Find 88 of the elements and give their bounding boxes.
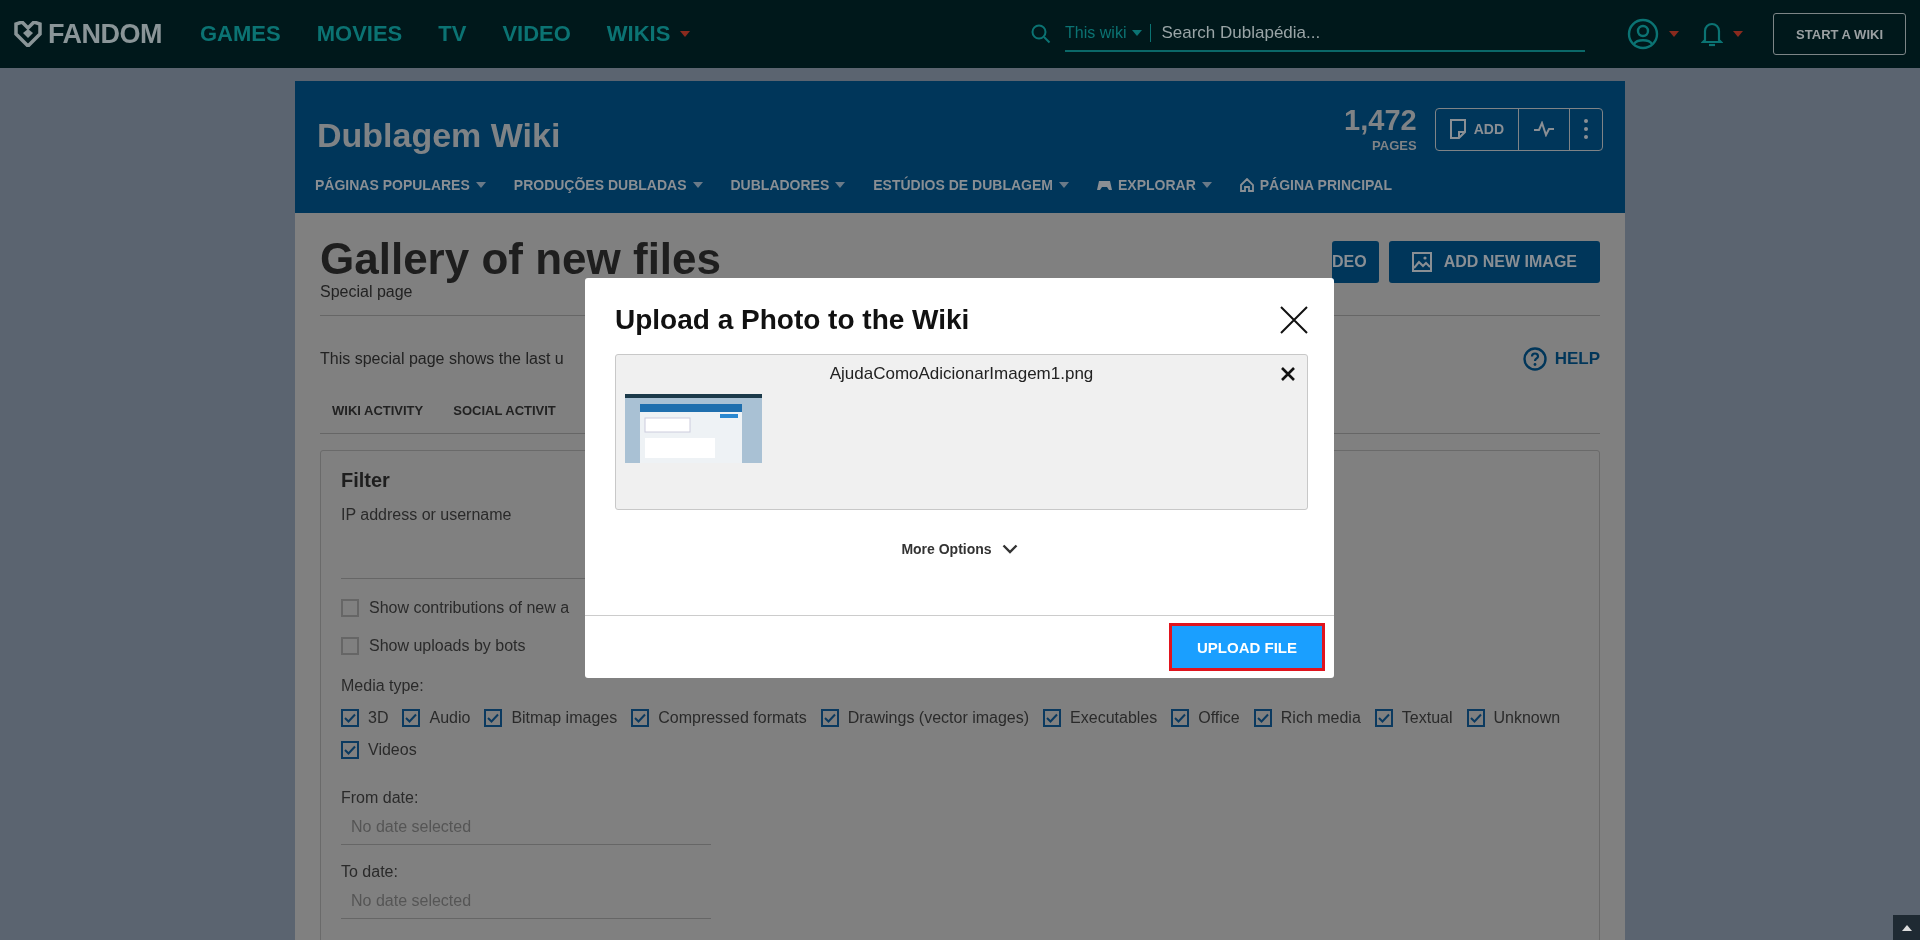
caret-icon [475, 182, 486, 188]
page-count-label: PAGES [1371, 139, 1417, 152]
user-avatar-icon[interactable] [1627, 18, 1660, 50]
add-button[interactable]: ADD [1435, 108, 1518, 150]
dialog-title: Upload a Photo to the Wiki [615, 304, 970, 336]
checkbox[interactable] [402, 709, 421, 727]
field-label: From date: [341, 789, 419, 807]
close-button[interactable] [1280, 306, 1308, 334]
add-video-button[interactable]: DEO [1332, 241, 1379, 283]
wiki-nav-link[interactable]: PÁGINA PRINCIPAL [1239, 177, 1392, 193]
help-link[interactable]: HELP [1522, 347, 1600, 371]
add-image-button[interactable]: ADD NEW IMAGE [1388, 241, 1600, 283]
gamepad-icon [1096, 179, 1112, 191]
checkbox[interactable] [1171, 709, 1190, 727]
tab[interactable]: SOCIAL ACTIVIT [453, 403, 556, 433]
checkbox-label: Videos [368, 741, 417, 759]
checkbox[interactable] [341, 709, 359, 727]
wiki-nav-link[interactable]: PRODUÇÕES DUBLADAS [513, 177, 703, 193]
caret-icon [1669, 31, 1680, 37]
checkbox[interactable] [820, 709, 839, 727]
question-icon [1522, 347, 1547, 371]
scroll-top-button[interactable] [1893, 915, 1920, 940]
caret-icon [1058, 182, 1069, 188]
nav-link[interactable]: WIKIS [606, 21, 691, 47]
remove-file-button[interactable] [1281, 367, 1295, 381]
checkbox[interactable] [631, 709, 650, 727]
checkbox-label: Drawings (vector images) [847, 709, 1030, 727]
caret-icon [835, 182, 846, 188]
checkbox-label: Compressed formats [658, 709, 807, 727]
caret-icon [680, 31, 691, 37]
checkbox[interactable] [341, 599, 359, 617]
kebab-menu-icon [1584, 119, 1588, 139]
checkbox-label: Show uploads by bots [369, 637, 526, 655]
field-label: To date: [341, 863, 398, 881]
checkbox-label: Audio [429, 709, 471, 727]
upload-file-button[interactable]: UPLOAD FILE [1172, 626, 1322, 668]
close-icon [1280, 306, 1308, 334]
caret-up-icon [1901, 924, 1912, 931]
checkbox[interactable] [1043, 709, 1062, 727]
field-label: IP address or username [341, 506, 512, 524]
checkbox-label: Office [1198, 709, 1240, 727]
page-subtitle: Special page [320, 283, 414, 301]
checkbox-label: Bitmap images [511, 709, 618, 727]
wiki-nav-link[interactable]: ESTÚDIOS DE DUBLAGEM [873, 177, 1069, 193]
wiki-nav-link[interactable]: EXPLORAR [1096, 177, 1212, 193]
checkbox[interactable] [484, 709, 503, 727]
image-icon [1411, 252, 1432, 272]
heart-logo-icon[interactable] [14, 21, 42, 47]
checkbox[interactable] [1466, 709, 1485, 727]
checkbox-label: Textual [1401, 709, 1453, 727]
caret-icon [1201, 182, 1212, 188]
caret-icon [692, 182, 703, 188]
checkbox[interactable] [341, 741, 359, 759]
fandom-logo[interactable]: FANDOM [48, 18, 162, 50]
scope-dropdown[interactable]: This wiki [1065, 24, 1152, 42]
checkbox[interactable] [1253, 709, 1272, 727]
activity-icon [1533, 121, 1555, 137]
start-a-wiki-button[interactable]: START A WIKI [1773, 13, 1906, 55]
checkbox-label: Show contributions of new a [369, 599, 570, 617]
checkbox-label: Rich media [1280, 709, 1361, 727]
nav-link[interactable]: GAMES [200, 21, 281, 47]
field-label: Media type: [341, 677, 424, 695]
search-icon[interactable] [1031, 24, 1052, 44]
page-title: Gallery of new files [320, 237, 722, 281]
checkbox-label: Executables [1070, 709, 1158, 727]
caret-icon [1733, 31, 1744, 37]
wiki-title[interactable]: Dublagem Wiki [317, 103, 561, 155]
checkbox[interactable] [341, 637, 359, 655]
page-count: 1,472 [1344, 106, 1417, 135]
checkbox-label: 3D [368, 709, 389, 727]
chevron-down-icon [1001, 544, 1018, 554]
wiki-nav-link[interactable]: DUBLADORES [730, 177, 846, 193]
nav-link[interactable]: MOVIES [316, 21, 403, 47]
close-icon [1281, 367, 1295, 381]
intro-text: This special page shows the last u [320, 350, 564, 368]
page-icon [1449, 119, 1466, 139]
tab[interactable]: WIKI ACTIVITY [332, 403, 424, 433]
nav-link[interactable]: TV [438, 21, 467, 47]
filter-heading: Filter [341, 469, 391, 492]
home-icon [1239, 178, 1254, 192]
nav-link[interactable]: VIDEO [502, 21, 571, 47]
wiki-nav-link[interactable]: PÁGINAS POPULARES [315, 177, 486, 193]
more-options-toggle[interactable]: More Options [895, 540, 1024, 558]
checkbox-label: Unknown [1493, 709, 1561, 727]
checkbox[interactable] [1374, 709, 1393, 727]
search-field[interactable]: This wiki Search Dublapédia... [1065, 16, 1586, 52]
caret-icon [1132, 30, 1143, 36]
file-name: AjudaComoAdicionarImagem1.png [828, 363, 1095, 384]
